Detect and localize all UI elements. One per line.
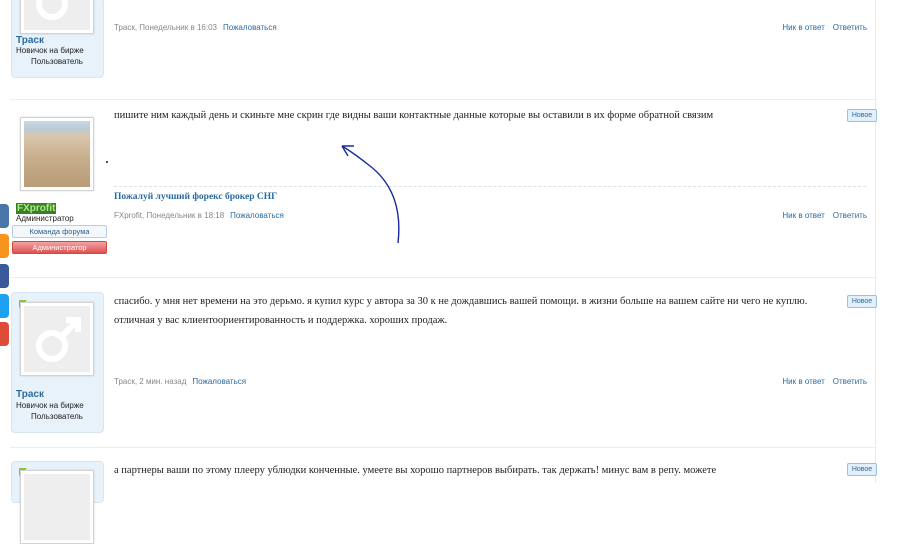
avatar[interactable] xyxy=(20,117,94,191)
reply-link[interactable]: Ответить xyxy=(833,23,867,32)
user-title: Новичок на бирже xyxy=(16,401,84,410)
user-title: Новичок на бирже xyxy=(16,46,84,55)
admin-badge: Администратор xyxy=(12,241,107,254)
default-avatar-icon xyxy=(24,474,90,540)
post-meta: Траск, 2 мин. назад Пожаловаться xyxy=(114,377,246,386)
annotation-arrow xyxy=(341,145,400,244)
avatar[interactable] xyxy=(20,0,94,34)
post-actions: Ник в ответ Ответить xyxy=(774,23,867,32)
post-separator xyxy=(10,447,875,448)
report-link[interactable]: Пожаловаться xyxy=(223,23,277,32)
dot-mark xyxy=(106,161,108,163)
quote-nick-link[interactable]: Ник в ответ xyxy=(782,211,824,220)
content-border xyxy=(875,0,876,483)
new-post-badge[interactable]: Новое xyxy=(847,463,877,476)
user-group: Пользователь xyxy=(31,57,83,66)
default-avatar-icon xyxy=(24,306,90,372)
ok-share-icon[interactable] xyxy=(0,234,9,258)
signature-divider xyxy=(114,186,866,187)
post-meta: FXprofit, Понедельник в 18:18 Пожаловатьс… xyxy=(114,211,284,220)
report-link[interactable]: Пожаловаться xyxy=(230,211,284,220)
post-actions: Ник в ответ Ответить xyxy=(774,377,867,386)
twitter-share-icon[interactable] xyxy=(0,294,9,318)
avatar[interactable] xyxy=(20,470,94,544)
post-message: пишите ним каждый день и скиньте мне скр… xyxy=(114,110,714,121)
user-title: Администратор xyxy=(16,214,74,223)
google-plus-share-icon[interactable] xyxy=(0,322,9,346)
reply-link[interactable]: Ответить xyxy=(833,211,867,220)
post-time[interactable]: , Понедельник в 18:18 xyxy=(142,211,224,220)
quote-nick-link[interactable]: Ник в ответ xyxy=(782,377,824,386)
post-message: спасибо. у мня нет времени на это дерьмо… xyxy=(114,296,808,326)
post-author[interactable]: Траск xyxy=(114,377,135,386)
username[interactable]: FXprofit xyxy=(16,203,57,214)
default-avatar-icon xyxy=(24,0,90,30)
user-group: Пользователь xyxy=(31,412,83,421)
post-separator xyxy=(10,99,875,100)
reply-link[interactable]: Ответить xyxy=(833,377,867,386)
quote-nick-link[interactable]: Ник в ответ xyxy=(782,23,824,32)
post-actions: Ник в ответ Ответить xyxy=(774,211,867,220)
post-separator xyxy=(10,277,875,278)
signature-link[interactable]: Пожалуй лучший форекс брокер СНГ xyxy=(114,192,277,202)
post-author[interactable]: FXprofit xyxy=(114,211,142,220)
post-meta: Траск, Понедельник в 16:03 Пожаловаться xyxy=(114,23,277,32)
post-message: а партнеры ваши по этому плееру ублюдки … xyxy=(114,465,717,476)
username[interactable]: Траск xyxy=(16,35,44,46)
new-post-badge[interactable]: Новое xyxy=(847,109,877,122)
post-time[interactable]: , 2 мин. назад xyxy=(135,377,187,386)
new-post-badge[interactable]: Новое xyxy=(847,295,877,308)
avatar[interactable] xyxy=(20,302,94,376)
team-badge: Команда форума xyxy=(12,225,107,238)
report-link[interactable]: Пожаловаться xyxy=(192,377,246,386)
username[interactable]: Траск xyxy=(16,389,44,400)
post-author[interactable]: Траск xyxy=(114,23,135,32)
post-time[interactable]: , Понедельник в 16:03 xyxy=(135,23,217,32)
vk-share-icon[interactable] xyxy=(0,204,9,228)
avatar-image xyxy=(24,121,90,187)
facebook-share-icon[interactable] xyxy=(0,264,9,288)
forum-thread: Траск Новичок на бирже Пользователь Трас… xyxy=(0,0,900,544)
